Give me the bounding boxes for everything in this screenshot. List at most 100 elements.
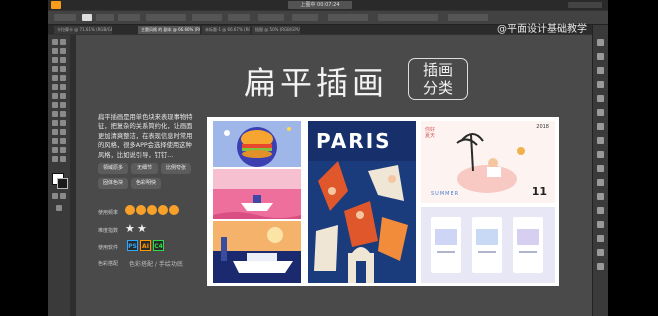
star-icon: ★ [137, 222, 147, 235]
stroke-weight-field[interactable] [118, 14, 140, 21]
preferences-button[interactable] [292, 14, 318, 21]
tag-chip: 比例夸张 [161, 163, 191, 174]
tab-document[interactable]: 卡拉摩卡 @ 71.61% (RGB/GPU 预览) [54, 26, 112, 34]
emoji-icon [136, 205, 146, 215]
tab-document[interactable]: 插图 @ 50% (RGB/GPU 预览) [252, 26, 300, 34]
selection-tool-icon[interactable] [52, 39, 58, 45]
brush-tool-icon[interactable] [60, 75, 66, 81]
scale-tool-icon[interactable] [60, 93, 66, 99]
paris-heading: PARIS [316, 129, 392, 153]
color-mode-icon[interactable] [52, 193, 58, 199]
panels-dock [592, 25, 608, 316]
arrange-controls[interactable] [448, 14, 488, 21]
hand-tool-icon[interactable] [52, 156, 58, 162]
style-dropdown[interactable] [192, 14, 222, 21]
curvature-tool-icon[interactable] [60, 57, 66, 63]
properties-panel-icon[interactable] [597, 39, 604, 46]
free-transform-tool-icon[interactable] [60, 102, 66, 108]
file-title: 上图中 00:07:24 [288, 1, 352, 9]
gradient-mode-icon[interactable] [60, 193, 66, 199]
ship-illustration [213, 221, 301, 283]
zoom-tool-icon[interactable] [60, 156, 66, 162]
graph-tool-icon[interactable] [60, 138, 66, 144]
fill-color-button[interactable] [82, 14, 92, 21]
line-tool-icon[interactable] [60, 66, 66, 72]
pathfinder-panel-icon[interactable] [597, 221, 604, 228]
stroke-dropdown[interactable] [96, 14, 114, 21]
symbols-panel-icon[interactable] [597, 123, 604, 130]
width-tool-icon[interactable] [52, 102, 58, 108]
artboard-tool-icon[interactable] [52, 147, 58, 153]
doc-setup-button[interactable] [258, 14, 284, 21]
magic-wand-tool-icon[interactable] [52, 48, 58, 54]
artboard-illustrations: PARIS 你好 夏天 2018 SUMMER 11 [207, 117, 559, 286]
layers-panel-icon[interactable] [597, 53, 604, 60]
badge-line: 插画 [422, 61, 453, 79]
transform-panel-icon[interactable] [597, 235, 604, 242]
row-label: 使用频率 [98, 210, 119, 216]
symbol-sprayer-tool-icon[interactable] [52, 138, 58, 144]
character-panel-icon[interactable] [597, 249, 604, 256]
opacity-field[interactable] [228, 14, 250, 21]
row-label: 难度指数 [98, 228, 119, 234]
star-icon: ★ [125, 222, 135, 235]
summer-corner-text: 你好 夏天 [425, 127, 436, 139]
tools-panel [48, 35, 70, 316]
category-badge: 插画 分类 [408, 58, 468, 100]
row-label: 色彩搭配 [98, 261, 119, 267]
align-panel-icon[interactable] [597, 207, 604, 214]
sea-illustration [213, 169, 301, 219]
search-field[interactable] [568, 2, 602, 8]
row-label: 使用软件 [98, 245, 119, 251]
tab-document-active[interactable]: 主题风格 的 副本 @ 66.66% (RGB/GPU 预览) [138, 26, 200, 34]
gradient-panel-icon[interactable] [597, 151, 604, 158]
tab-document[interactable]: 未标题-1 @ 66.67% (RGB/GPU 预览) [202, 26, 250, 34]
color-note: 色彩搭配 / 手绘功底 [129, 261, 183, 268]
emoji-icon [169, 205, 179, 215]
blend-tool-icon[interactable] [60, 129, 66, 135]
brushes-panel-icon[interactable] [597, 109, 604, 116]
watermark: @平面设计基础教学 [497, 24, 587, 35]
cinema4d-icon: C4 [153, 240, 164, 251]
number-label: 11 [531, 185, 547, 198]
shape-builder-tool-icon[interactable] [52, 111, 58, 117]
pen-tool-icon[interactable] [52, 57, 58, 63]
stroke-panel-icon[interactable] [597, 137, 604, 144]
perspective-grid-tool-icon[interactable] [60, 111, 66, 117]
stroke-swatch[interactable] [57, 178, 68, 189]
menu-bar: 上图中 00:07:24 [48, 0, 608, 10]
photoshop-icon: PS [127, 240, 138, 251]
type-tool-icon[interactable] [52, 66, 58, 72]
tag-chip: 领域原多 [98, 163, 128, 174]
direct-selection-tool-icon[interactable] [60, 39, 66, 45]
gradient-tool-icon[interactable] [60, 120, 66, 126]
transform-controls[interactable] [378, 14, 438, 21]
transparency-panel-icon[interactable] [597, 165, 604, 172]
app-screens-illustration [421, 207, 555, 283]
libraries-panel-icon[interactable] [597, 67, 604, 74]
tag-chip: 无细节 [131, 163, 158, 174]
paris-poster: PARIS [308, 121, 416, 283]
pencil-tool-icon[interactable] [52, 84, 58, 90]
slide-description: 扁平插画是用单色块来表现事物特征，把复杂的关系简约化，让画面更加清爽整洁，在表现… [98, 114, 193, 159]
paragraph-panel-icon[interactable] [597, 263, 604, 270]
slice-tool-icon[interactable] [60, 147, 66, 153]
rotate-tool-icon[interactable] [52, 93, 58, 99]
selection-dropdown[interactable] [54, 14, 76, 21]
swatches-panel-icon[interactable] [597, 95, 604, 102]
eyedropper-tool-icon[interactable] [52, 129, 58, 135]
mesh-tool-icon[interactable] [52, 120, 58, 126]
illustrator-icon: AI [140, 240, 151, 251]
eraser-tool-icon[interactable] [60, 84, 66, 90]
align-controls[interactable] [328, 14, 368, 21]
summer-illustration: 你好 夏天 2018 SUMMER 11 [421, 121, 555, 203]
burger-illustration [213, 121, 301, 167]
screen-mode-icon[interactable] [56, 205, 62, 211]
graphic-styles-panel-icon[interactable] [597, 193, 604, 200]
rectangle-tool-icon[interactable] [52, 75, 58, 81]
app-logo-icon [51, 1, 61, 9]
appearance-panel-icon[interactable] [597, 179, 604, 186]
lasso-tool-icon[interactable] [60, 48, 66, 54]
color-panel-icon[interactable] [597, 81, 604, 88]
brush-dropdown[interactable] [146, 14, 186, 21]
